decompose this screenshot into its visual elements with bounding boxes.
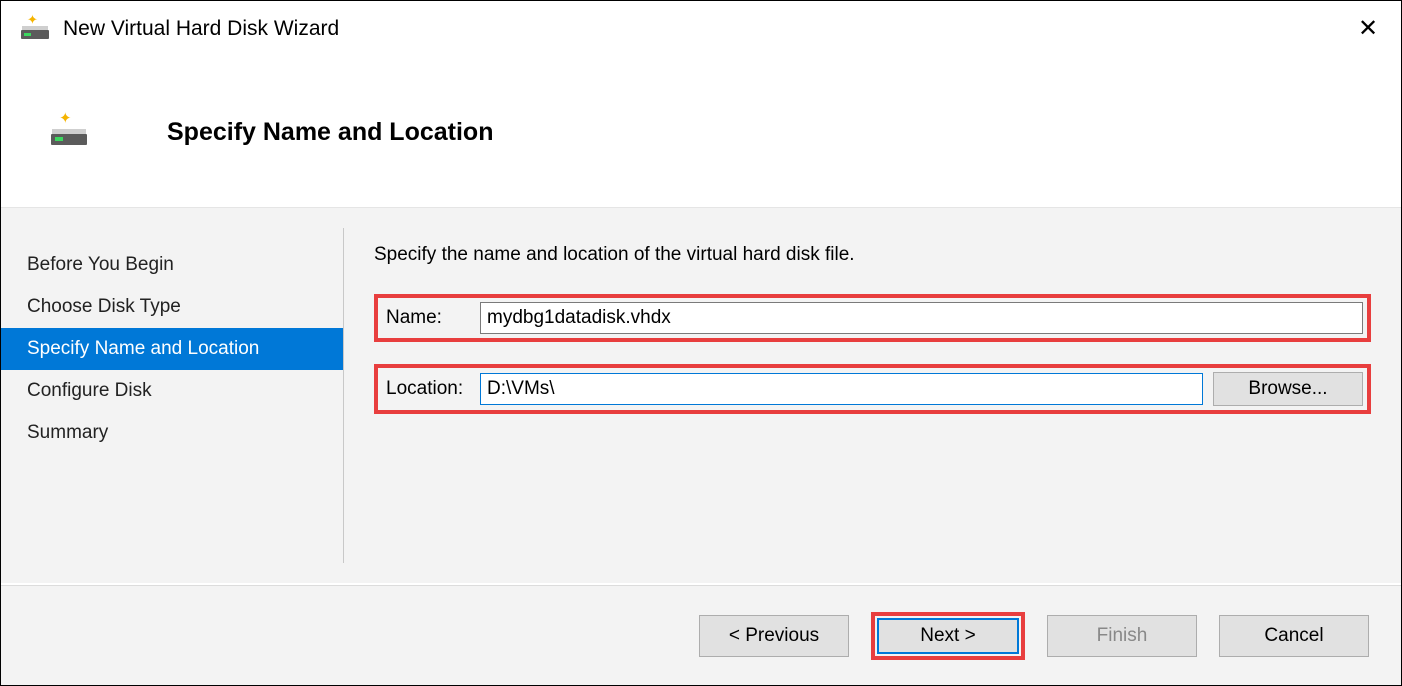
next-button[interactable]: Next > [877, 618, 1019, 654]
next-button-highlight: Next > [871, 612, 1025, 660]
location-label: Location: [382, 378, 476, 400]
location-field-group: Location: Browse... [374, 364, 1371, 414]
step-list: Before You Begin Choose Disk Type Specif… [1, 208, 343, 583]
step-summary[interactable]: Summary [1, 412, 343, 454]
step-before-you-begin[interactable]: Before You Begin [1, 244, 343, 286]
content-pane: Specify the name and location of the vir… [344, 208, 1401, 583]
location-input[interactable] [480, 373, 1203, 405]
window-title: New Virtual Hard Disk Wizard [63, 17, 339, 41]
name-label: Name: [382, 307, 476, 329]
step-choose-disk-type[interactable]: Choose Disk Type [1, 286, 343, 328]
app-disk-icon: ✦ [21, 17, 49, 41]
wizard-footer: < Previous Next > Finish Cancel [1, 585, 1401, 685]
browse-button[interactable]: Browse... [1213, 372, 1363, 406]
wizard-banner: ✦ Specify Name and Location [1, 57, 1401, 207]
previous-button[interactable]: < Previous [699, 615, 849, 657]
wizard-body: Before You Begin Choose Disk Type Specif… [1, 207, 1401, 583]
page-title: Specify Name and Location [167, 118, 493, 147]
step-specify-name-location[interactable]: Specify Name and Location [1, 328, 343, 370]
name-field-group: Name: [374, 294, 1371, 342]
title-bar: ✦ New Virtual Hard Disk Wizard ✕ [1, 1, 1401, 57]
banner-disk-icon: ✦ [51, 117, 87, 147]
name-input[interactable] [480, 302, 1363, 334]
close-icon[interactable]: ✕ [1345, 6, 1391, 52]
cancel-button[interactable]: Cancel [1219, 615, 1369, 657]
instruction-text: Specify the name and location of the vir… [374, 244, 1371, 266]
step-configure-disk[interactable]: Configure Disk [1, 370, 343, 412]
finish-button[interactable]: Finish [1047, 615, 1197, 657]
